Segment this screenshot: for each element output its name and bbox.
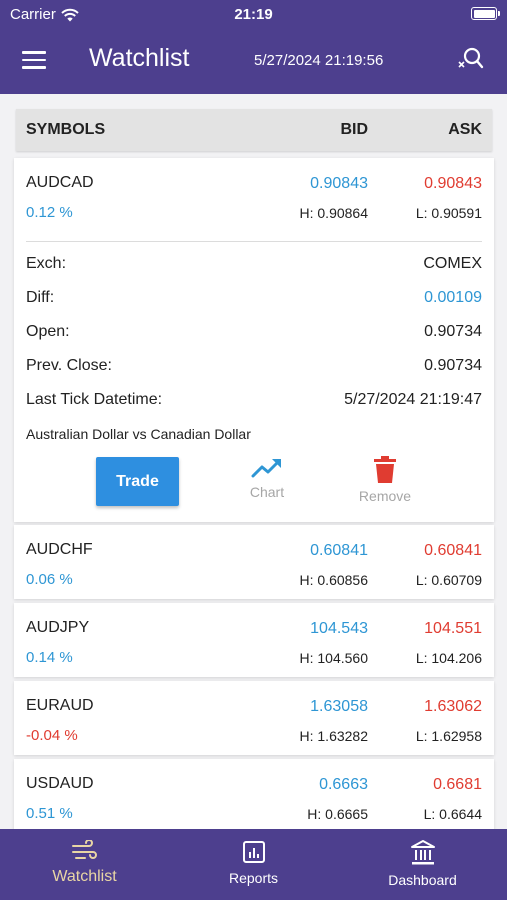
row-ask: 0.90843 [424, 175, 482, 192]
row-symbol: AUDCAD [26, 174, 94, 191]
row-symbol: AUDCHF [26, 541, 93, 558]
detail-label: Open: [26, 323, 70, 340]
row-ask: 0.6681 [433, 776, 482, 793]
row-high: H: 0.90864 [299, 205, 369, 221]
watchlist-row[interactable]: USDAUD 0.6663 0.6681 0.51 % H: 0.6665 L:… [14, 759, 494, 833]
row-change: 0.06 % [26, 571, 73, 588]
detail-label: Last Tick Datetime: [26, 391, 163, 408]
bank-icon [410, 840, 435, 865]
row-bid: 104.543 [310, 620, 368, 637]
row-high: H: 0.6665 [307, 806, 368, 822]
tab-label: Dashboard [388, 872, 457, 888]
row-symbol: EURAUD [26, 697, 94, 714]
tab-reports[interactable]: Reports [169, 829, 338, 900]
row-bid: 0.90843 [310, 175, 368, 192]
detail-label: Diff: [26, 289, 55, 306]
detail-label: Exch: [26, 255, 67, 272]
watchlist-row-expanded[interactable]: AUDCAD 0.90843 0.90843 0.12 % H: 0.90864… [14, 158, 494, 522]
search-icon[interactable] [456, 46, 484, 72]
watchlist-row[interactable]: AUDJPY 104.543 104.551 0.14 % H: 104.560… [14, 603, 494, 677]
detail-value: COMEX [423, 255, 482, 272]
row-ask: 1.63062 [424, 698, 482, 715]
wind-icon [71, 840, 97, 859]
row-symbol: USDAUD [26, 775, 94, 792]
detail-last-tick: Last Tick Datetime: 5/27/2024 21:19:47 [26, 391, 482, 415]
trash-icon [374, 456, 396, 483]
row-change: 0.12 % [26, 204, 73, 221]
detail-open: Open: 0.90734 [26, 323, 482, 347]
detail-value: 5/27/2024 21:19:47 [344, 391, 482, 408]
detail-divider [26, 241, 482, 242]
row-ask: 0.60841 [424, 542, 482, 559]
app-header: Carrier 21:19 Watchlist 5/27/2024 21:19:… [0, 0, 507, 94]
row-high: H: 104.560 [299, 650, 369, 666]
row-low: L: 0.60709 [415, 572, 482, 588]
column-header-ask: ASK [448, 121, 482, 138]
trade-button[interactable]: Trade [96, 457, 179, 506]
watchlist-row[interactable]: AUDCHF 0.60841 0.60841 0.06 % H: 0.60856… [14, 525, 494, 599]
detail-value: 0.90734 [424, 357, 482, 374]
remove-label: Remove [358, 488, 412, 504]
bottom-tab-bar: Watchlist Reports Dashboard [0, 829, 507, 900]
row-ask: 104.551 [424, 620, 482, 637]
symbol-description: Australian Dollar vs Canadian Dollar [26, 426, 251, 442]
column-header-bid: BID [340, 121, 368, 138]
row-high: H: 0.60856 [299, 572, 369, 588]
battery-icon [471, 7, 500, 20]
menu-icon[interactable] [22, 51, 46, 69]
detail-prev-close: Prev. Close: 0.90734 [26, 357, 482, 381]
row-low: L: 1.62958 [415, 728, 482, 744]
tab-label: Reports [228, 870, 279, 886]
row-bid: 0.6663 [319, 776, 368, 793]
detail-diff: Diff: 0.00109 [26, 289, 482, 313]
tab-watchlist[interactable]: Watchlist [0, 829, 169, 900]
detail-value: 0.00109 [424, 289, 482, 306]
header-datetime: 5/27/2024 21:19:56 [254, 52, 384, 69]
chart-label: Chart [249, 484, 285, 500]
page-title: Watchlist [89, 44, 190, 72]
watchlist-table-header: SYMBOLS BID ASK [16, 109, 492, 151]
detail-value: 0.90734 [424, 323, 482, 340]
status-bar: Carrier 21:19 [0, 0, 507, 28]
row-low: L: 104.206 [415, 650, 482, 666]
row-symbol: AUDJPY [26, 619, 90, 636]
detail-exch: Exch: COMEX [26, 255, 482, 279]
detail-label: Prev. Close: [26, 357, 112, 374]
trending-up-icon [251, 459, 281, 478]
row-bid: 1.63058 [310, 698, 368, 715]
report-chart-icon [242, 841, 265, 863]
row-bid: 0.60841 [310, 542, 368, 559]
row-change: 0.51 % [26, 805, 73, 822]
row-high: H: 1.63282 [299, 728, 369, 744]
chart-button[interactable]: Chart [227, 456, 307, 500]
row-change: 0.14 % [26, 649, 73, 666]
status-time: 21:19 [234, 6, 273, 23]
row-low: L: 0.6644 [423, 806, 482, 822]
row-change: -0.04 % [26, 727, 78, 744]
row-low: L: 0.90591 [415, 205, 482, 221]
tab-label: Watchlist [52, 868, 117, 885]
column-header-symbols: SYMBOLS [26, 121, 106, 138]
tab-dashboard[interactable]: Dashboard [338, 829, 507, 900]
remove-button[interactable]: Remove [345, 456, 425, 504]
watchlist-row[interactable]: EURAUD 1.63058 1.63062 -0.04 % H: 1.6328… [14, 681, 494, 755]
